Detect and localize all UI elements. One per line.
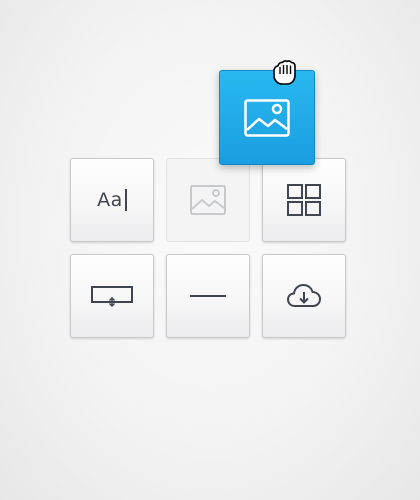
spacer-resize-icon bbox=[91, 286, 133, 307]
horizontal-rule-icon bbox=[190, 295, 226, 297]
divider-block-tile[interactable] bbox=[166, 254, 250, 338]
text-caret-icon: Aa bbox=[97, 189, 127, 211]
grab-hand-cursor-icon bbox=[273, 60, 296, 85]
image-block-placeholder-tile bbox=[166, 158, 250, 242]
grid-block-tile[interactable] bbox=[262, 158, 346, 242]
dragged-image-block[interactable] bbox=[219, 70, 315, 165]
text-caret bbox=[124, 189, 127, 211]
image-icon bbox=[190, 185, 226, 215]
spacer-block-tile[interactable] bbox=[70, 254, 154, 338]
cloud-download-icon bbox=[287, 284, 321, 307]
text-block-glyph: Aa bbox=[97, 189, 123, 211]
grid-icon bbox=[287, 184, 321, 216]
cloud-download-block-tile[interactable] bbox=[262, 254, 346, 338]
text-block-tile[interactable]: Aa bbox=[70, 158, 154, 242]
image-icon bbox=[244, 98, 290, 137]
